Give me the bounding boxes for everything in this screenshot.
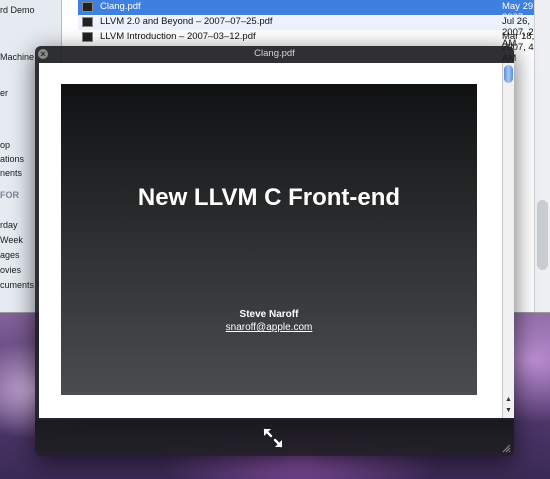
sidebar-item[interactable]: er [0, 88, 8, 98]
file-name: LLVM 2.0 and Beyond – 2007–07–25.pdf [100, 16, 273, 27]
scrollbar-thumb[interactable] [504, 65, 513, 83]
slide-author: Steve Naroff [239, 309, 299, 320]
sidebar-item[interactable]: ations [0, 154, 24, 164]
sidebar-item[interactable]: Machine [0, 52, 34, 62]
quicklook-scrollbar[interactable]: ▲ ▼ [502, 63, 514, 418]
scroll-down-arrow-icon[interactable]: ▼ [503, 406, 514, 416]
quicklook-title: Clang.pdf [254, 48, 295, 59]
quicklook-panel: × Clang.pdf New LLVM C Front-end Steve N… [35, 46, 514, 456]
sidebar-item[interactable]: op [0, 140, 10, 150]
file-row[interactable]: LLVM Introduction – 2007–03–12.pdf Mar 1… [78, 30, 550, 64]
file-row[interactable]: Clang.pdf May 29, 2007, 12:57 PM [78, 0, 550, 34]
pdf-file-icon [82, 32, 93, 42]
scrollbar-thumb[interactable] [537, 200, 548, 270]
expand-arrows-icon[interactable] [261, 426, 285, 450]
sidebar-item[interactable]: ages [0, 250, 20, 260]
sidebar-item[interactable]: cuments [0, 280, 34, 290]
slide-email-link[interactable]: snaroff@apple.com [61, 322, 477, 333]
slide-title: New LLVM C Front-end [137, 184, 401, 211]
slide: New LLVM C Front-end Steve Naroff snarof… [61, 84, 477, 395]
file-name: Clang.pdf [100, 1, 141, 12]
sidebar-item[interactable]: Week [0, 235, 23, 245]
sidebar-item[interactable]: nents [0, 168, 22, 178]
sidebar-item[interactable]: ovies [0, 265, 21, 275]
pdf-page: New LLVM C Front-end Steve Naroff snarof… [39, 63, 502, 418]
resize-grip-icon[interactable] [501, 443, 511, 453]
scroll-up-arrow-icon[interactable]: ▲ [503, 395, 514, 405]
file-name: LLVM Introduction – 2007–03–12.pdf [100, 31, 256, 42]
sidebar-item[interactable]: rday [0, 220, 18, 230]
pdf-file-icon [82, 2, 93, 12]
pdf-file-icon [82, 17, 93, 27]
sidebar-item[interactable]: rd Demo [0, 5, 35, 15]
finder-scrollbar[interactable] [534, 0, 550, 312]
file-row[interactable]: LLVM 2.0 and Beyond – 2007–07–25.pdf Jul… [78, 15, 550, 49]
quicklook-toolbar [35, 420, 514, 456]
sidebar-section-header: FOR [0, 190, 19, 200]
